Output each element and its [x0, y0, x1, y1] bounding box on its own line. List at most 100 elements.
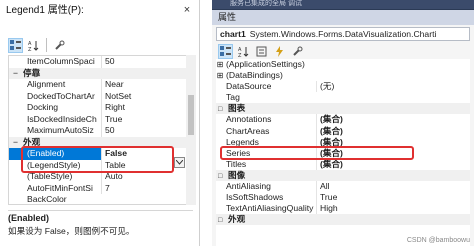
help-title: (Enabled): [8, 213, 50, 223]
vertical-scrollbar[interactable]: [186, 55, 196, 205]
property-value[interactable]: (集合): [316, 114, 470, 126]
property-name: AutoFitMinFontSi: [27, 182, 93, 193]
property-name: (TableStyle): [27, 171, 73, 181]
property-value[interactable]: All: [316, 181, 470, 193]
legend-category-row[interactable]: 外观: [9, 136, 189, 149]
chart-property-row[interactable]: Titles (集合): [216, 158, 470, 170]
legend-property-row[interactable]: ItemColumnSpaci 50: [9, 56, 189, 68]
property-name: 外观: [9, 137, 101, 149]
property-name: MaximumAutoSiz: [27, 125, 94, 135]
chart-property-row[interactable]: Series (集合): [216, 147, 470, 159]
tab-strip: 服务已集成的全局 调试: [212, 0, 474, 9]
property-name: Annotations: [226, 114, 272, 125]
scrollbar-thumb[interactable]: [188, 95, 194, 135]
property-value[interactable]: 50: [101, 56, 179, 68]
property-toolbar: AZ: [8, 38, 67, 54]
svg-text:Z: Z: [28, 47, 32, 51]
help-description: 如果设为 False，则图例不可见。: [8, 226, 135, 236]
chart-property-row[interactable]: TextAntiAliasingQuality High: [216, 203, 470, 215]
svg-text:Z: Z: [238, 53, 242, 57]
help-panel: (Enabled) 如果设为 False，则图例不可见。: [8, 210, 193, 244]
legend-property-row[interactable]: Alignment Near: [9, 79, 189, 91]
object-selector[interactable]: chart1 System.Windows.Forms.DataVisualiza…: [216, 27, 470, 41]
legend-property-row[interactable]: MaximumAutoSiz 50: [9, 125, 189, 137]
property-value[interactable]: (无): [316, 81, 470, 93]
toolbar-separator: [46, 38, 47, 52]
property-value[interactable]: Table: [101, 159, 179, 171]
property-value[interactable]: (集合): [316, 158, 470, 170]
object-type: System.Windows.Forms.DataVisualization.C…: [249, 29, 437, 39]
property-value[interactable]: High: [316, 203, 470, 215]
property-toolbar-right: AZ: [218, 44, 305, 59]
legend-properties-dialog: Legend1 属性(P): × AZ ItemColumnSpaci50停靠A…: [0, 0, 200, 246]
property-name: DataSource: [226, 81, 272, 92]
events-lightning-icon[interactable]: [272, 44, 287, 59]
object-name: chart1: [220, 29, 246, 39]
dialog-title: Legend1 属性(P):: [6, 5, 84, 16]
chart-category-row[interactable]: 外观: [216, 214, 470, 226]
legend-property-row[interactable]: AutoFitMinFontSi 7: [9, 182, 189, 194]
property-name: DockedToChartAr: [27, 90, 95, 101]
alphabetical-button[interactable]: AZ: [26, 38, 41, 53]
property-value[interactable]: Near: [101, 79, 179, 91]
property-value[interactable]: False: [101, 148, 179, 160]
property-name: (Enabled): [9, 148, 101, 160]
property-value[interactable]: Auto: [101, 171, 179, 183]
categorized-button[interactable]: [8, 38, 23, 53]
legend-category-row[interactable]: 停靠: [9, 67, 189, 79]
alphabetical-button-right[interactable]: AZ: [236, 44, 251, 59]
wrench-icon-right[interactable]: [290, 44, 305, 59]
properties-panel: 属性 chart1 System.Windows.Forms.DataVisual…: [212, 10, 474, 246]
property-value[interactable]: 50: [101, 125, 179, 137]
property-name: 外观: [216, 214, 316, 226]
legend-property-row[interactable]: (LegendStyle) Table: [9, 159, 189, 171]
categorized-button-right[interactable]: [218, 44, 233, 59]
property-name: (ApplicationSettings): [226, 59, 305, 69]
property-value[interactable]: (集合): [316, 125, 470, 137]
property-value[interactable]: Right: [101, 102, 179, 114]
chevron-down-icon[interactable]: [174, 157, 185, 168]
close-icon[interactable]: ×: [179, 2, 195, 18]
property-value[interactable]: (集合): [316, 136, 470, 148]
chart-category-row[interactable]: 图表: [216, 103, 470, 115]
legend-property-row[interactable]: (Enabled) False: [9, 148, 189, 160]
property-name: (DataBindings): [226, 70, 283, 81]
legend-property-row[interactable]: IsDockedInsideCh True: [9, 113, 189, 125]
property-value[interactable]: NotSet: [101, 90, 179, 102]
property-value[interactable]: True: [316, 192, 470, 204]
chart-category-row[interactable]: 图像: [216, 169, 470, 182]
property-name: BackColor: [27, 194, 67, 204]
property-name: Tag: [226, 92, 240, 103]
chart-property-row[interactable]: ⊞ (ApplicationSettings): [216, 59, 470, 70]
legend-property-row[interactable]: Docking Right: [9, 102, 189, 114]
legend-property-row[interactable]: BackColor: [9, 194, 189, 204]
chart-property-row[interactable]: Annotations (集合): [216, 114, 470, 126]
property-name: Titles: [226, 158, 247, 169]
legend-property-grid[interactable]: ItemColumnSpaci50停靠AlignmentNearDockedTo…: [8, 55, 190, 205]
property-pages-icon[interactable]: [254, 44, 269, 59]
property-name: (LegendStyle): [27, 159, 81, 170]
wrench-icon[interactable]: [52, 38, 67, 53]
property-name: IsDockedInsideCh: [27, 113, 97, 124]
vs-properties-window: 服务已集成的全局 调试 属性 chart1 System.Windows.Form…: [212, 0, 474, 246]
chart-property-row[interactable]: AntiAliasing All: [216, 181, 470, 193]
property-name: Legends: [226, 136, 259, 147]
panel-title: 属性: [212, 10, 474, 25]
property-name: AntiAliasing: [226, 181, 271, 192]
chart-property-row[interactable]: ChartAreas (集合): [216, 125, 470, 137]
property-name: ItemColumnSpaci: [27, 56, 95, 66]
chart-property-row[interactable]: ⊞ (DataBindings): [216, 70, 470, 81]
legend-property-row[interactable]: DockedToChartAr NotSet: [9, 90, 189, 102]
property-name: Series: [226, 147, 251, 158]
property-value[interactable]: True: [101, 113, 179, 125]
chart-property-row[interactable]: IsSoftShadows True: [216, 192, 470, 204]
chart-property-row[interactable]: Legends (集合): [216, 136, 470, 148]
chart-property-row[interactable]: DataSource (无): [216, 81, 470, 93]
property-name: ChartAreas: [226, 125, 270, 136]
legend-property-row[interactable]: (TableStyle) Auto: [9, 171, 189, 183]
property-value[interactable]: 7: [101, 182, 179, 194]
chart-property-row[interactable]: Tag: [216, 92, 470, 103]
chart-property-grid[interactable]: ⊞ (ApplicationSettings) ⊞ (DataBindings) Dat…: [216, 59, 470, 246]
property-value[interactable]: (集合): [316, 147, 470, 159]
property-name: Docking: [27, 102, 59, 112]
